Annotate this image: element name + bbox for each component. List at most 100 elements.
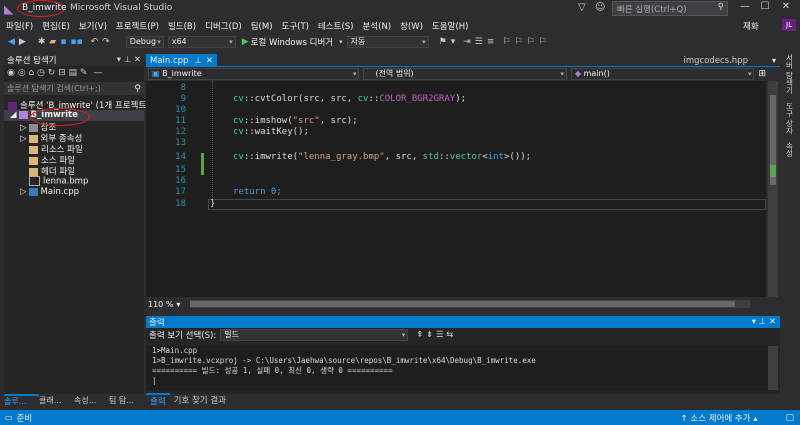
expand-arrow-icon[interactable]: ▷ bbox=[20, 187, 27, 197]
browse-icon[interactable]: ⚑ bbox=[439, 37, 447, 47]
output-scrollbar[interactable] bbox=[768, 346, 778, 390]
chevron-down-icon[interactable]: ▾ bbox=[339, 38, 343, 46]
filter-icon[interactable]: ▽ bbox=[578, 2, 586, 13]
bookmark-clear-icon[interactable]: ⚐ bbox=[539, 37, 547, 47]
menu-tools[interactable]: 도구(T) bbox=[282, 20, 309, 32]
pin-icon[interactable]: ⊥ bbox=[194, 56, 201, 66]
window-app-title: Microsoft Visual Studio bbox=[70, 3, 173, 13]
menu-edit[interactable]: 편집(E) bbox=[42, 20, 70, 32]
quick-launch-input[interactable]: 빠른 실행(Ctrl+Q) ⚲ bbox=[612, 1, 728, 16]
menu-window[interactable]: 창(W) bbox=[400, 20, 423, 32]
toolbar-options-icon[interactable]: ▾ bbox=[451, 37, 456, 47]
menu-build[interactable]: 빌드(B) bbox=[168, 20, 196, 32]
tab-imgcodecs-hpp[interactable]: imgcodecs.hpp bbox=[683, 56, 748, 66]
bookmark-icon[interactable]: ⚐ bbox=[502, 37, 510, 47]
configuration-select[interactable]: Debug ▾ bbox=[125, 36, 164, 48]
text-cursor: | bbox=[152, 376, 157, 385]
collapse-arrow-icon[interactable]: ◢ bbox=[10, 110, 17, 120]
output-text[interactable]: 1>Main.cpp 1>B_imwrite.vcxproj -> C:\Use… bbox=[146, 346, 772, 390]
open-file-icon[interactable]: ▰ bbox=[49, 37, 56, 47]
save-all-icon[interactable]: ▪▪ bbox=[70, 37, 82, 47]
editor-horizontal-scrollbar[interactable] bbox=[190, 300, 751, 308]
menu-analyze[interactable]: 분석(N) bbox=[362, 20, 391, 32]
tab-solution-explorer[interactable]: 솔루... bbox=[4, 393, 39, 407]
output-source-value: 빌드 bbox=[224, 330, 239, 339]
undo-icon[interactable]: ↶ bbox=[91, 37, 99, 47]
tree-item-header-files[interactable]: 헤더 파일 bbox=[4, 165, 144, 177]
split-editor-icon[interactable]: ⊞ bbox=[758, 69, 766, 79]
tree-item-main-cpp[interactable]: ▷ Main.cpp bbox=[4, 187, 144, 198]
menu-team[interactable]: 팀(M) bbox=[251, 20, 273, 32]
line-number: 17 bbox=[175, 187, 186, 197]
bookmark-prev-icon[interactable]: ⚐ bbox=[514, 37, 522, 47]
tab-class-view[interactable]: 클래... bbox=[39, 395, 74, 406]
tab-properties-right[interactable]: 속성 bbox=[784, 142, 795, 157]
debug-mode-select[interactable]: 자동 ▾ bbox=[346, 36, 429, 48]
tab-server-explorer[interactable]: 서버 탐색기 bbox=[784, 54, 795, 94]
add-to-source-control-button[interactable]: ↑ 소스 제어에 추가 ▴ bbox=[681, 412, 758, 424]
pin-icon[interactable]: ▾ ⊥ ✕ bbox=[117, 55, 141, 65]
chevron-down-icon[interactable]: ▾ bbox=[176, 300, 180, 309]
menu-debug[interactable]: 디버그(D) bbox=[205, 20, 242, 32]
start-debugging-button[interactable]: 로컬 Windows 디버거 bbox=[251, 36, 333, 48]
uncomment-icon[interactable]: ≡ bbox=[487, 37, 495, 47]
menu-test[interactable]: 테스트(S) bbox=[318, 20, 354, 32]
minimize-button[interactable]: — bbox=[737, 1, 753, 17]
menu-view[interactable]: 보기(V) bbox=[79, 20, 107, 32]
forward-icon[interactable]: ▶ bbox=[19, 37, 26, 47]
code-line: cv::waitKey(); bbox=[233, 127, 309, 137]
menu-help[interactable]: 도움말(H) bbox=[432, 20, 468, 32]
code-line: cv::cvtColor(src, src, cv::COLOR_BGR2GRA… bbox=[233, 94, 467, 104]
references-icon bbox=[28, 123, 38, 132]
solution-search-placeholder: 솔루션 탐색기 검색(Ctrl+;) bbox=[7, 84, 101, 93]
step-icon[interactable]: ⇥ bbox=[463, 37, 471, 47]
chevron-down-icon: ▾ bbox=[352, 70, 357, 78]
tab-list-icon[interactable]: ▾ bbox=[772, 56, 776, 65]
new-project-icon[interactable]: ✱ bbox=[38, 37, 46, 47]
expand-arrow-icon[interactable]: ▷ bbox=[20, 134, 27, 144]
tree-item-resource-files[interactable]: 리소스 파일 bbox=[4, 143, 144, 155]
tab-properties[interactable]: 속성... bbox=[74, 395, 109, 406]
account-name[interactable]: 재화 bbox=[743, 20, 759, 32]
bookmark-next-icon[interactable]: ⚐ bbox=[527, 37, 535, 47]
tree-item-lenna-bmp[interactable]: lenna.bmp bbox=[4, 176, 144, 187]
chevron-down-icon: ▾ bbox=[157, 38, 161, 46]
save-icon[interactable]: ▪ bbox=[60, 37, 66, 47]
nav-member-select[interactable]: ◆ main() ▾ bbox=[570, 68, 755, 80]
window-project-title: B_imwrite bbox=[22, 3, 67, 13]
zoom-select[interactable]: 110 % bbox=[148, 300, 173, 309]
redo-icon[interactable]: ↷ bbox=[102, 37, 110, 47]
pin-icon[interactable]: ▾ ⊥ ✕ bbox=[752, 317, 776, 327]
comment-icon[interactable]: ☰ bbox=[475, 37, 483, 47]
nav-scope-select[interactable]: (전역 범위) ▾ bbox=[363, 68, 567, 80]
back-icon[interactable]: ◀ bbox=[8, 37, 15, 47]
platform-value: x64 bbox=[171, 37, 187, 46]
menu-file[interactable]: 파일(F) bbox=[6, 20, 33, 32]
nav-project-select[interactable]: ▣ B_imwrite ▾ bbox=[148, 68, 360, 80]
notification-icon[interactable]: ▢ bbox=[785, 413, 794, 423]
chevron-down-icon: ▾ bbox=[422, 38, 426, 46]
output-source-select[interactable]: 빌드 ▾ bbox=[220, 329, 409, 341]
tree-item-source-files[interactable]: 소스 파일 bbox=[4, 154, 144, 166]
code-editor[interactable]: 8 9 10 11 12 13 14 15 16 17 18 cv::cvtCo… bbox=[146, 81, 778, 297]
feedback-icon[interactable]: ☺ bbox=[595, 2, 605, 13]
tab-find-symbol-results[interactable]: 기호 찾기 결과 bbox=[170, 394, 230, 406]
maximize-button[interactable]: ☐ bbox=[757, 1, 773, 17]
menu-project[interactable]: 프로젝트(P) bbox=[116, 20, 159, 32]
solution-search-input[interactable]: 솔루션 탐색기 검색(Ctrl+;) ⚲ bbox=[4, 82, 144, 95]
close-icon[interactable]: ✕ bbox=[206, 56, 213, 66]
tab-team-explorer[interactable]: 팀 탐... bbox=[109, 395, 144, 406]
editor-vertical-scrollbar[interactable] bbox=[768, 81, 778, 297]
home-icon[interactable]: ◉ ◎ ⌂ ◷ ↻ ⊟ ▤ ✎ bbox=[7, 68, 87, 78]
avatar[interactable]: JL bbox=[782, 19, 796, 31]
output-toolbar-icons[interactable]: ⇞ ⇟ ☰ ⇆ bbox=[416, 330, 453, 340]
annotation-circle bbox=[30, 108, 90, 126]
tab-output[interactable]: 출력 bbox=[146, 393, 170, 407]
tree-item-external-deps[interactable]: ▷ 외부 종속성 bbox=[4, 132, 144, 144]
close-button[interactable]: ✕ bbox=[778, 1, 794, 17]
play-icon[interactable]: ▶ bbox=[242, 37, 249, 47]
solution-explorer-panel: 솔루션 탐색기 ▾ ⊥ ✕ ◉ ◎ ⌂ ◷ ↻ ⊟ ▤ ✎ — 솔루션 탐색기 … bbox=[4, 54, 149, 394]
tab-toolbox[interactable]: 도구 상자 bbox=[784, 102, 795, 134]
scrollbar-thumb[interactable] bbox=[190, 301, 736, 307]
platform-select[interactable]: x64 ▾ bbox=[167, 36, 236, 48]
